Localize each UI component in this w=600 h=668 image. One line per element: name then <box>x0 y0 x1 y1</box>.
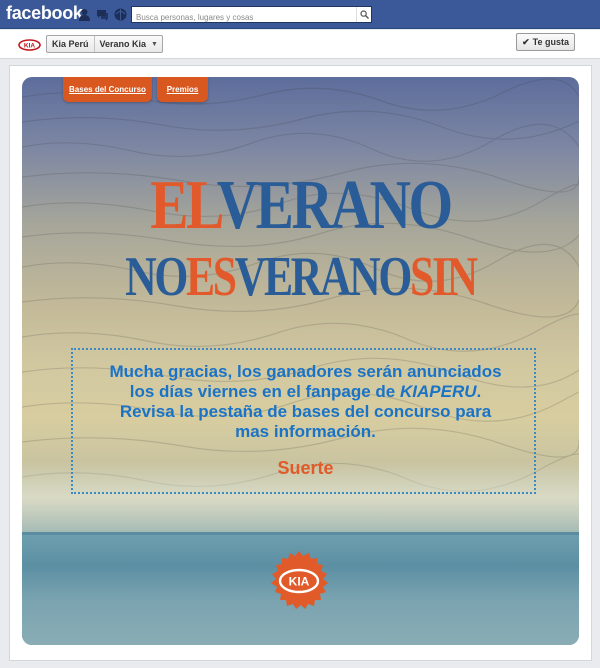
app-canvas: Bases del Concurso Premios ELVERANO NOES… <box>22 77 579 645</box>
checkmark-icon: ✔ <box>522 36 530 47</box>
kia-logo-icon[interactable]: KIA <box>18 39 41 51</box>
svg-text:KIA: KIA <box>24 42 36 49</box>
message-text: los días viernes en el fanpage de <box>129 382 400 401</box>
notification-jewels <box>78 8 127 21</box>
headline-line-2: NOESVERANOSIN <box>83 247 517 307</box>
winners-message: Mucha gracias, los ganadores serán anunc… <box>73 362 538 442</box>
message-box: Mucha gracias, los ganadores serán anunc… <box>71 348 536 494</box>
like-button[interactable]: ✔ Te gusta <box>516 33 575 51</box>
kia-badge-logo: KIA <box>271 551 328 609</box>
message-line: Revisa la pestaña de bases del concurso … <box>119 402 492 421</box>
like-button-label: Te gusta <box>532 37 569 47</box>
headline-word: VERANO <box>216 167 453 244</box>
headline-word: ES <box>185 246 237 308</box>
headline-word: NO <box>125 246 188 308</box>
tab-label: Premios <box>166 85 199 94</box>
closing-text: Suerte <box>277 458 334 478</box>
fanpage-name: KIAPERU <box>399 382 477 401</box>
breadcrumb-app-selector[interactable]: Verano Kia <box>93 36 152 52</box>
friend-requests-icon[interactable] <box>78 8 91 21</box>
messages-icon[interactable] <box>96 8 109 21</box>
headline-line-1: ELVERANO <box>72 169 529 243</box>
facebook-logo[interactable]: facebook <box>6 3 83 24</box>
headline-word: VERANO <box>234 246 413 308</box>
search-button[interactable] <box>356 7 371 22</box>
tab-premios[interactable]: Premios <box>157 77 208 102</box>
message-line: Mucha gracias, los ganadores serán anunc… <box>109 362 502 381</box>
message-text: . <box>476 382 482 401</box>
breadcrumb-page-link[interactable]: Kia Perú <box>47 36 94 52</box>
tab-label: Bases del Concurso <box>69 85 146 94</box>
search-icon <box>359 10 369 19</box>
badge-logo-text: KIA <box>289 575 310 589</box>
search-box <box>131 6 372 25</box>
facebook-top-bar: facebook <box>0 0 600 29</box>
page-header-bar: KIA Kia Perú Verano Kia ▼ ✔ Te gusta <box>0 30 600 59</box>
chevron-down-icon[interactable]: ▼ <box>151 41 162 48</box>
breadcrumb: Kia Perú Verano Kia ▼ <box>46 35 163 53</box>
search-input[interactable] <box>132 10 352 25</box>
message-line: mas información. <box>235 422 376 441</box>
message-line: los días viernes en el fanpage de KIAPER… <box>73 382 538 402</box>
tab-bases-del-concurso[interactable]: Bases del Concurso <box>63 77 152 102</box>
headline-word: EL <box>150 167 219 244</box>
headline: ELVERANO NOESVERANOSIN <box>22 169 579 308</box>
sea-horizon-line <box>22 532 579 535</box>
notifications-icon[interactable] <box>114 8 127 21</box>
headline-word: SIN <box>410 246 478 308</box>
